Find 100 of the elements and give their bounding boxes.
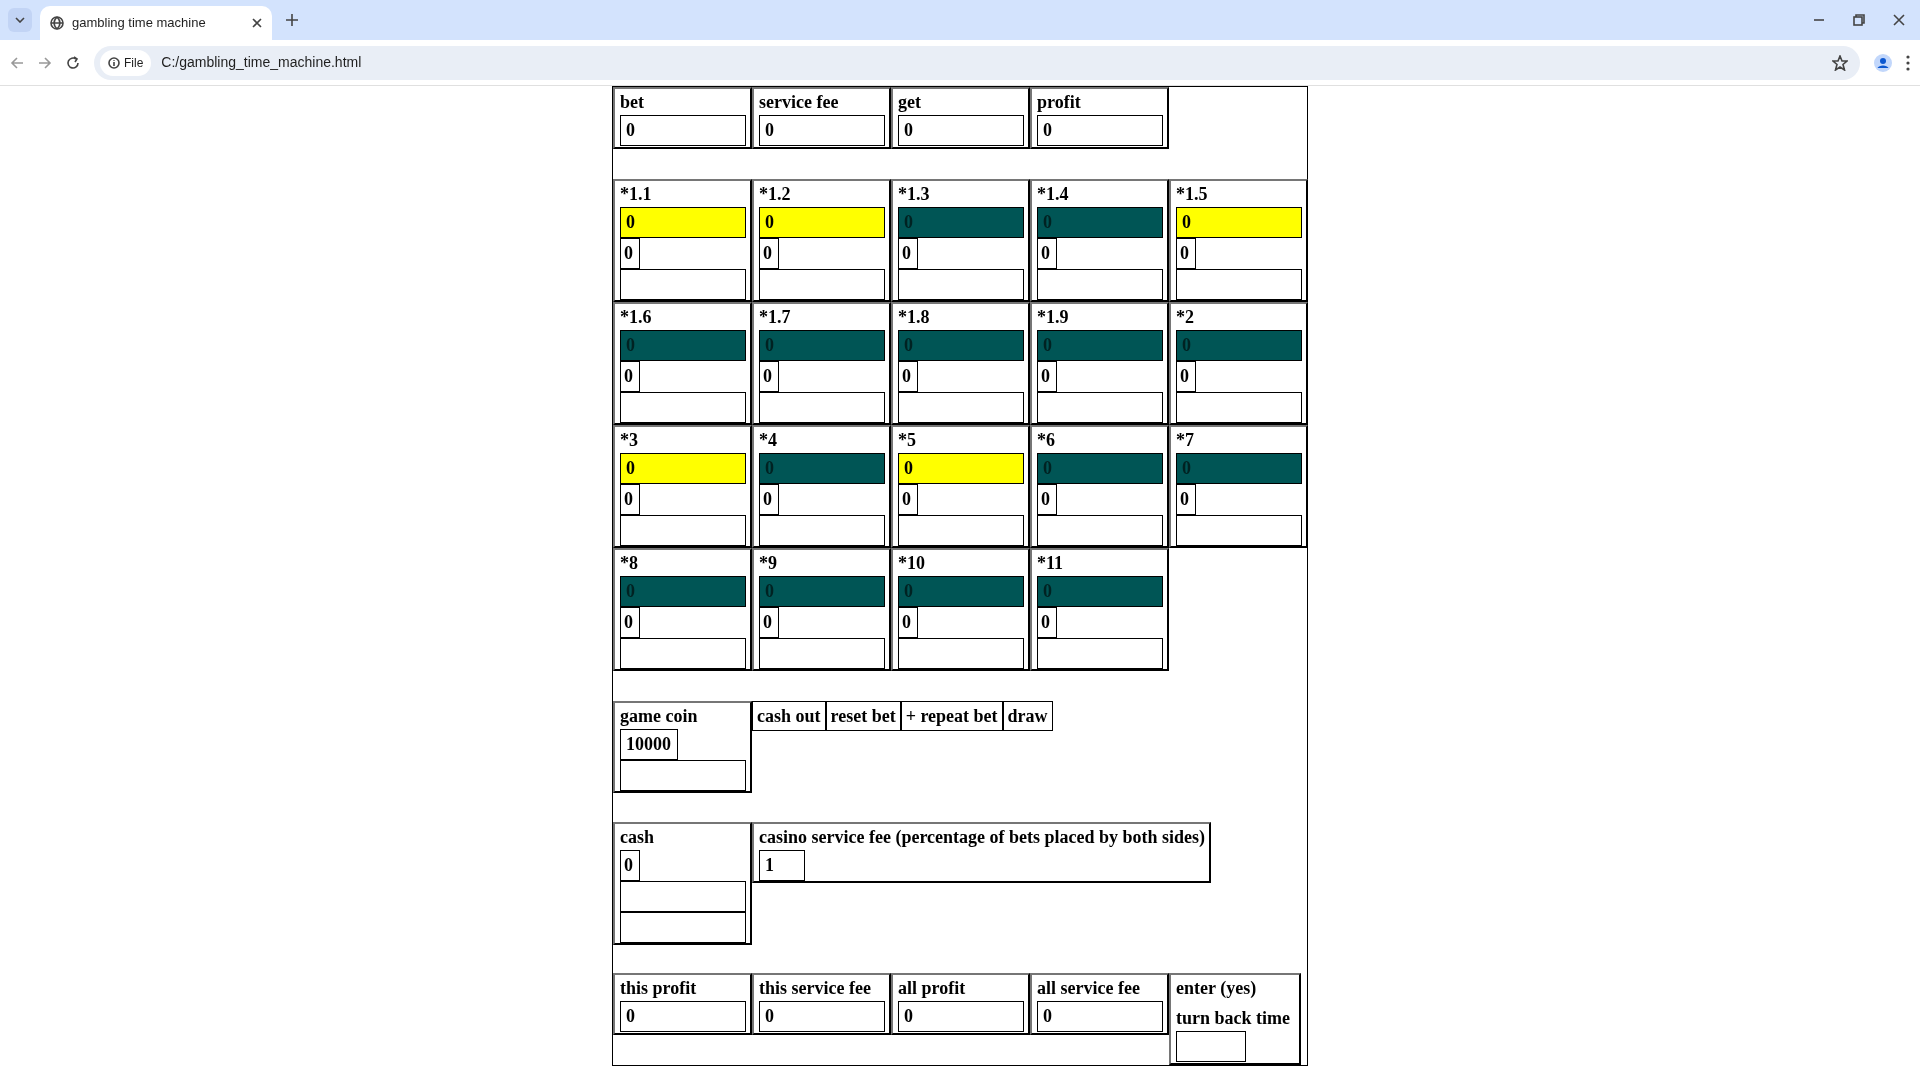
field-label: *1.9 (1037, 305, 1069, 329)
value-field[interactable]: 0 (620, 1001, 746, 1032)
value-field[interactable] (620, 391, 746, 423)
close-icon (252, 18, 262, 28)
star-icon (1832, 54, 1848, 71)
close-icon (1893, 14, 1905, 26)
forward-button[interactable] (38, 55, 52, 70)
value-field[interactable]: 0 (759, 206, 885, 238)
value-field[interactable]: 10000 (620, 728, 678, 760)
action-button[interactable]: cash out (752, 700, 826, 731)
field-label: all profit (898, 977, 966, 1000)
profile-button[interactable] (1874, 53, 1892, 72)
value-field[interactable] (1176, 391, 1302, 423)
value-field[interactable]: 0 (1176, 206, 1302, 238)
action-button[interactable]: + repeat bet (900, 700, 1003, 731)
restore-icon (1853, 14, 1865, 26)
field-label: this profit (620, 977, 697, 1000)
value-field[interactable] (1176, 268, 1302, 300)
action-button[interactable]: draw (1002, 700, 1053, 731)
value-field[interactable]: 0 (898, 1001, 1024, 1032)
menu-button[interactable] (1906, 54, 1910, 71)
tab-list-button[interactable] (8, 8, 32, 32)
value-field[interactable] (898, 391, 1024, 423)
value-field[interactable] (620, 268, 746, 300)
value-field[interactable] (620, 881, 746, 913)
field-label: service fee (759, 91, 839, 114)
value-field[interactable] (1037, 268, 1163, 300)
value-field[interactable] (620, 637, 746, 669)
reload-button[interactable] (66, 55, 80, 70)
field-label: *6 (1037, 428, 1055, 452)
value-field[interactable] (898, 637, 1024, 669)
value-field[interactable]: 0 (620, 483, 640, 515)
value-field[interactable]: 0 (1176, 360, 1196, 392)
value-field[interactable]: 0 (898, 115, 1024, 146)
field-label: *5 (898, 428, 916, 452)
value-field[interactable] (759, 268, 885, 300)
value-field[interactable]: 0 (1037, 237, 1057, 269)
value-field[interactable]: 0 (759, 1001, 885, 1032)
value-field[interactable]: 0 (898, 360, 918, 392)
field-label: *1.8 (898, 305, 930, 329)
person-icon (1874, 53, 1892, 72)
value-field[interactable]: 0 (1037, 360, 1057, 392)
value-field[interactable] (1037, 637, 1163, 669)
field-label: *1.1 (620, 182, 652, 206)
value-field[interactable]: 0 (1037, 606, 1057, 638)
value-field[interactable] (1176, 1031, 1246, 1062)
bookmark-button[interactable] (1832, 54, 1848, 71)
field-label: *7 (1176, 428, 1194, 452)
value-field[interactable]: 1 (759, 850, 805, 882)
value-field[interactable]: 0 (898, 483, 918, 515)
value-field[interactable] (759, 514, 885, 546)
value-field[interactable]: 0 (898, 237, 918, 269)
value-field[interactable] (1037, 514, 1163, 546)
forward-arrow-icon (38, 55, 52, 70)
address-bar[interactable]: File C:/gambling_time_machine.html (94, 45, 1860, 80)
field-label: cash (620, 826, 654, 850)
value-field[interactable] (620, 514, 746, 546)
value-field[interactable]: 0 (620, 115, 746, 146)
value-field[interactable]: 0 (620, 606, 640, 638)
value-field[interactable]: 0 (1176, 483, 1196, 515)
field-label: *11 (1037, 551, 1063, 575)
tab-title: gambling time machine (72, 14, 207, 33)
value-field[interactable]: 0 (1037, 483, 1057, 515)
value-field[interactable]: 0 (898, 452, 1024, 484)
field-label: profit (1037, 91, 1081, 114)
value-field[interactable]: 0 (759, 606, 779, 638)
value-field[interactable]: 0 (1037, 1001, 1163, 1032)
field-label: turn back time (1176, 1007, 1290, 1030)
plus-icon (286, 14, 298, 26)
value-field[interactable]: 0 (759, 237, 779, 269)
value-field[interactable] (898, 268, 1024, 300)
value-field[interactable]: 0 (620, 237, 640, 269)
value-field[interactable]: 0 (620, 850, 640, 882)
value-field[interactable] (759, 391, 885, 423)
browser-tab[interactable]: gambling time machine (40, 6, 272, 40)
value-field[interactable] (1176, 514, 1302, 546)
value-field[interactable]: 0 (759, 483, 779, 515)
close-tab-button[interactable] (252, 18, 262, 28)
new-tab-button[interactable] (286, 14, 298, 26)
field-label: *4 (759, 428, 777, 452)
field-label: *1.5 (1176, 182, 1208, 206)
value-field[interactable]: 0 (620, 452, 746, 484)
field-label: *3 (620, 428, 638, 452)
action-button[interactable]: reset bet (825, 700, 901, 731)
field-label: enter (yes) (1176, 977, 1257, 1000)
back-button[interactable] (10, 55, 24, 70)
value-field[interactable]: 0 (1037, 115, 1163, 146)
field-label: bet (620, 91, 644, 114)
value-field[interactable] (1037, 391, 1163, 423)
value-field[interactable] (620, 759, 746, 791)
value-field[interactable]: 0 (1176, 237, 1196, 269)
value-field[interactable] (898, 514, 1024, 546)
value-field[interactable]: 0 (898, 606, 918, 638)
value-field[interactable] (620, 912, 746, 944)
value-field[interactable]: 0 (620, 360, 640, 392)
value-field[interactable] (759, 637, 885, 669)
value-field[interactable]: 0 (759, 115, 885, 146)
site-info-chip[interactable]: File (100, 49, 152, 76)
value-field[interactable]: 0 (620, 206, 746, 238)
value-field[interactable]: 0 (759, 360, 779, 392)
